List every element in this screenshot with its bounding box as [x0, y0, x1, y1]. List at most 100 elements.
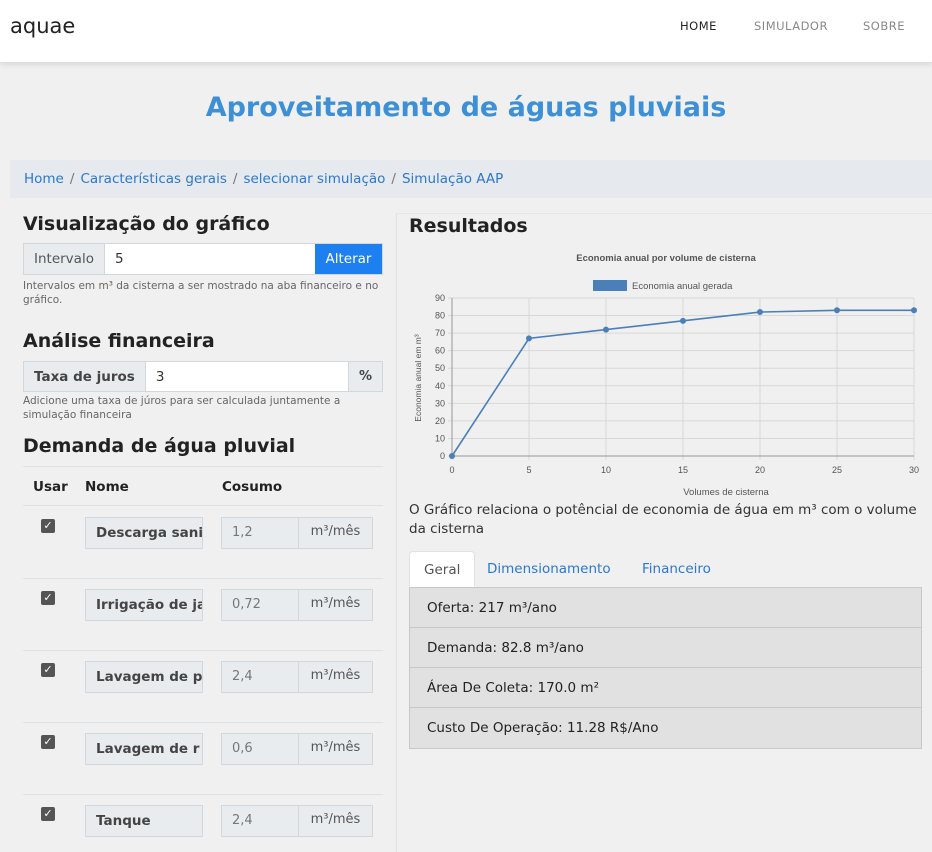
- table-row: ✓ Descarga sani 1,2 m³/mês: [23, 507, 383, 579]
- list-item-oferta: Oferta: 217 m³/ano: [410, 588, 921, 628]
- y-tick-label: 60: [435, 346, 445, 356]
- results-list: Oferta: 217 m³/ano Demanda: 82.8 m³/ano …: [409, 587, 922, 749]
- chart-svg: Economia anual por volume de cisterna Ec…: [413, 253, 919, 498]
- breadcrumb-simulacao[interactable]: Simulação AAP: [402, 171, 503, 187]
- demand-consumption: 2,4 m³/mês: [221, 805, 373, 837]
- breadcrumb-separator: /: [69, 171, 75, 187]
- navbar: aquae HOME SIMULADOR SOBRE: [0, 0, 932, 62]
- data-point: [834, 307, 840, 314]
- y-tick-label: 0: [440, 451, 445, 461]
- table-row: ✓ Lavagem de p 2,4 m³/mês: [23, 651, 383, 723]
- table-row: ✓ Tanque 2,4 m³/mês: [23, 795, 383, 852]
- interval-help-text: Intervalos em m³ da cisterna a ser mostr…: [23, 280, 379, 306]
- consumption-value: 2,4: [222, 806, 298, 836]
- nav-home[interactable]: HOME: [680, 19, 717, 33]
- list-item-area: Área De Coleta: 170.0 m²: [410, 668, 921, 708]
- use-checkbox[interactable]: ✓: [41, 519, 55, 533]
- interest-help-text: Adicione uma taxa de júros para ser calc…: [23, 395, 341, 421]
- breadcrumb-caracteristicas[interactable]: Características gerais: [80, 171, 226, 187]
- list-item-demanda: Demanda: 82.8 m³/ano: [410, 628, 921, 668]
- interval-input-group: Intervalo Alterar: [23, 243, 383, 275]
- use-checkbox[interactable]: ✓: [41, 807, 55, 821]
- breadcrumb-separator: /: [391, 171, 396, 187]
- x-tick-label: 5: [526, 465, 531, 475]
- use-checkbox[interactable]: ✓: [41, 663, 55, 677]
- breadcrumb-selecionar[interactable]: selecionar simulação: [243, 171, 385, 187]
- demand-name: Lavagem de r: [85, 733, 203, 765]
- header-nome: Nome: [85, 479, 129, 495]
- y-axis-label: Economia anual em m³: [413, 334, 423, 422]
- section-title-demanda: Demanda de água pluvial: [23, 435, 296, 457]
- x-axis-label: Volumes de cisterna: [683, 487, 769, 498]
- breadcrumb-separator: /: [232, 171, 238, 187]
- interval-label: Intervalo: [24, 244, 105, 274]
- demand-consumption: 1,2 m³/mês: [221, 517, 373, 549]
- data-point: [911, 307, 917, 314]
- chart-title: Economia anual por volume de cisterna: [576, 253, 756, 264]
- demand-name: Tanque: [85, 805, 203, 837]
- breadcrumb: Home / Características gerais / selecionar s…: [10, 160, 932, 198]
- consumption-unit: m³/mês: [298, 662, 372, 692]
- consumption-unit: m³/mês: [298, 734, 372, 764]
- consumption-value: 2,4: [222, 662, 298, 692]
- data-point: [757, 309, 763, 316]
- x-axis-ticks: 0 5 10 15 20 25 30: [449, 465, 919, 475]
- chart-caption: O Gráfico relaciona o potêncial de econo…: [409, 502, 917, 537]
- x-tick-label: 25: [832, 465, 842, 475]
- y-tick-label: 20: [435, 416, 445, 426]
- legend-label: Economia anual gerada: [632, 281, 733, 292]
- demand-name: Irrigação de ja: [85, 589, 203, 621]
- table-row: ✓ Lavagem de r 0,6 m³/mês: [23, 723, 383, 795]
- interest-label: Taxa de juros: [24, 362, 146, 391]
- x-tick-label: 30: [909, 465, 919, 475]
- alterar-button[interactable]: Alterar: [315, 244, 382, 274]
- interest-rate-input[interactable]: [145, 362, 348, 391]
- x-tick-label: 15: [678, 465, 688, 475]
- breadcrumb-home[interactable]: Home: [24, 171, 64, 187]
- x-tick-label: 10: [601, 465, 611, 475]
- consumption-unit: m³/mês: [298, 806, 372, 836]
- use-checkbox[interactable]: ✓: [41, 591, 55, 605]
- page-title: Aproveitamento de águas pluviais: [205, 92, 727, 123]
- results-tabs: Geral Dimensionamento Financeiro: [409, 551, 932, 587]
- data-point: [603, 326, 609, 333]
- y-tick-label: 90: [435, 293, 445, 303]
- tab-geral[interactable]: Geral: [409, 551, 476, 587]
- tab-financeiro[interactable]: Financeiro: [628, 551, 725, 587]
- interval-input[interactable]: [104, 244, 315, 274]
- demand-consumption: 0,6 m³/mês: [221, 733, 373, 765]
- percent-addon: %: [348, 362, 382, 391]
- header-consumo: Cosumo: [222, 479, 283, 495]
- list-item-custo: Custo De Operação: 11.28 R$/Ano: [427, 720, 659, 736]
- demand-name: Lavagem de p: [85, 661, 203, 693]
- brand-logo[interactable]: aquae: [10, 14, 75, 38]
- y-tick-label: 40: [435, 381, 445, 391]
- consumption-value: 1,2: [222, 518, 298, 548]
- y-axis-ticks: 0 10 20 30 40 50 60 70 80 90: [435, 293, 445, 461]
- data-point: [526, 335, 532, 342]
- consumption-unit: m³/mês: [298, 590, 372, 620]
- tab-dimensionamento[interactable]: Dimensionamento: [473, 551, 625, 587]
- table-row: ✓ Irrigação de ja 0,72 m³/mês: [23, 579, 383, 651]
- consumption-unit: m³/mês: [298, 518, 372, 548]
- y-tick-label: 70: [435, 328, 445, 338]
- economy-chart: Economia anual por volume de cisterna Ec…: [409, 244, 932, 500]
- y-tick-label: 10: [435, 433, 445, 443]
- nav-simulador[interactable]: SIMULADOR: [754, 19, 828, 33]
- section-title-financeira: Análise financeira: [23, 330, 215, 352]
- y-tick-label: 30: [435, 398, 445, 408]
- data-point: [680, 317, 686, 324]
- data-point: [449, 453, 455, 459]
- interest-input-group: Taxa de juros %: [23, 361, 383, 392]
- header-usar: Usar: [33, 479, 68, 495]
- y-tick-label: 80: [435, 311, 445, 321]
- x-tick-label: 20: [755, 465, 765, 475]
- demand-table-header: Usar Nome Cosumo: [23, 466, 383, 506]
- y-tick-label: 50: [435, 363, 445, 373]
- demand-name: Descarga sani: [85, 517, 203, 549]
- demand-consumption: 2,4 m³/mês: [221, 661, 373, 693]
- legend-swatch: [593, 280, 627, 291]
- use-checkbox[interactable]: ✓: [41, 735, 55, 749]
- consumption-value: 0,72: [222, 590, 298, 620]
- nav-sobre[interactable]: SOBRE: [863, 19, 905, 33]
